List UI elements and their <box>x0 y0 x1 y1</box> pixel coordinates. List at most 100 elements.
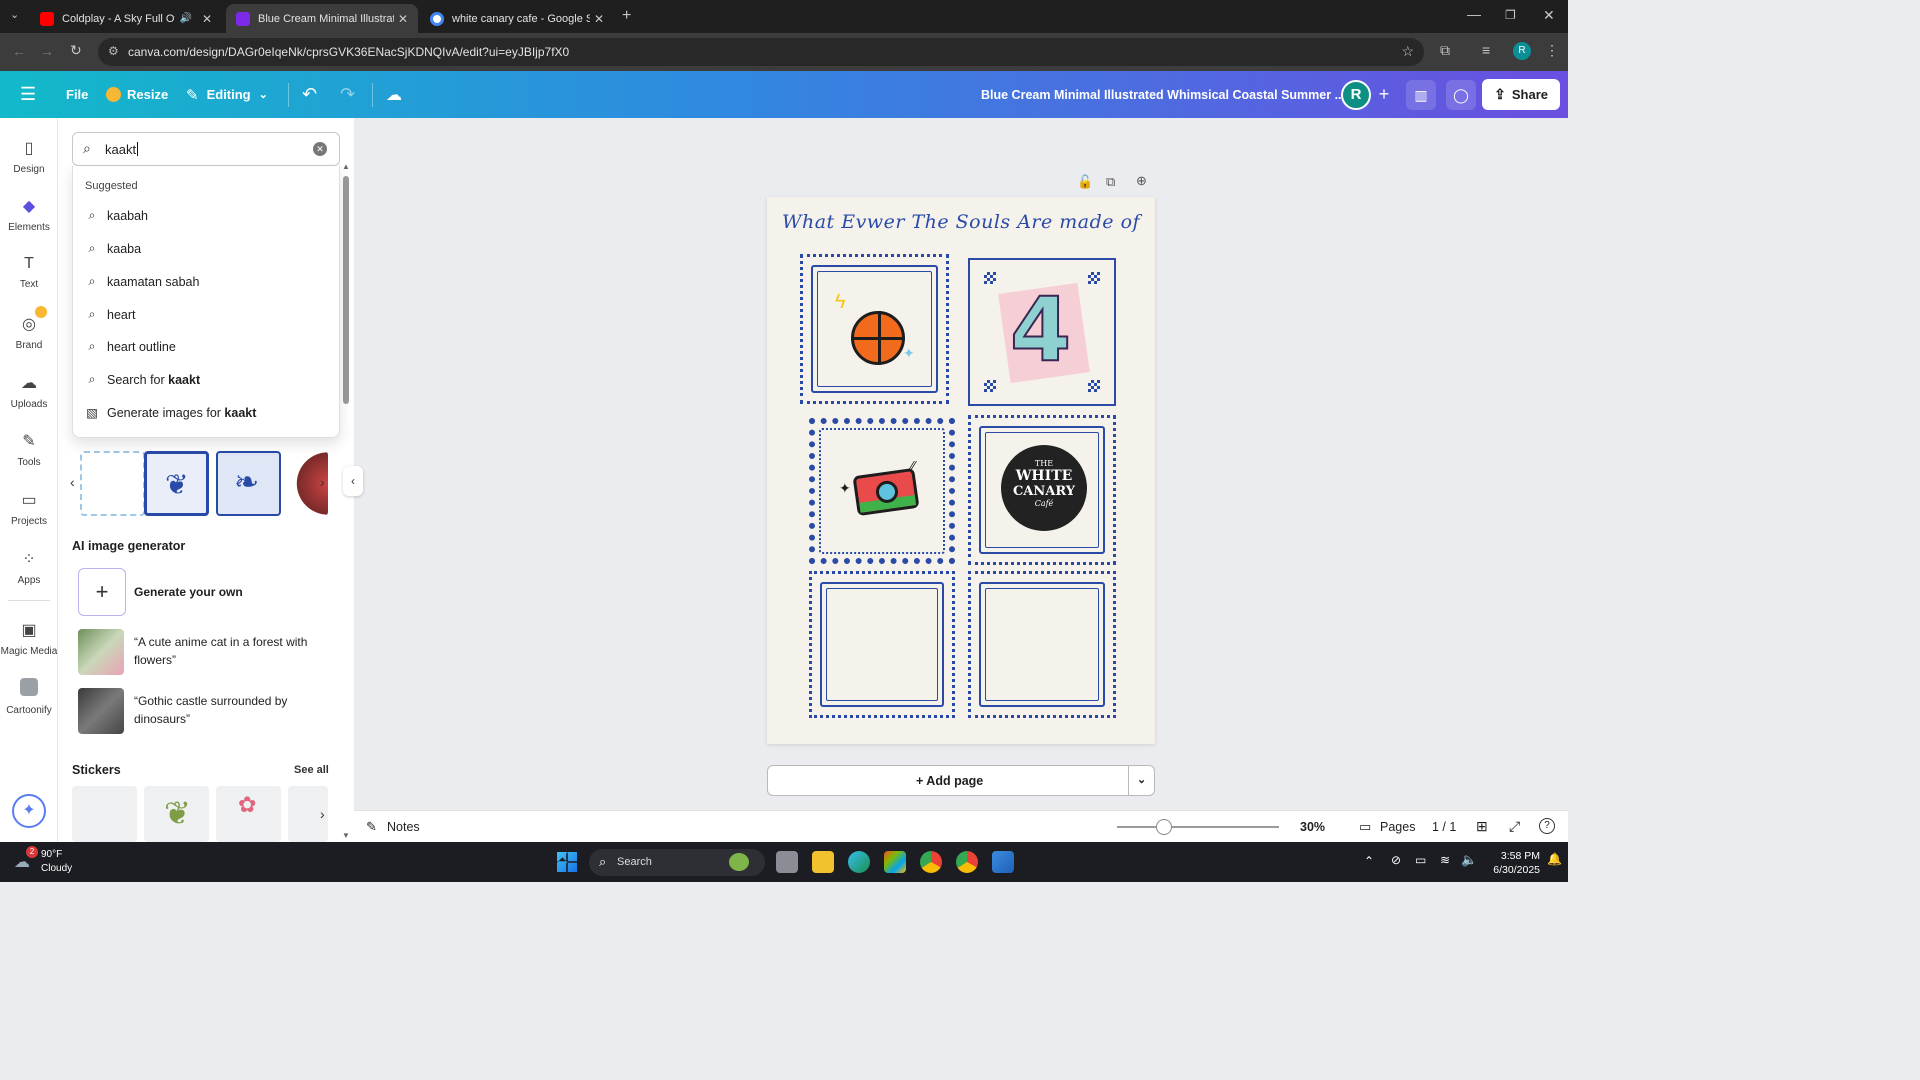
duplicate-page-icon[interactable]: ⧉ <box>1106 174 1115 190</box>
new-tab-icon[interactable]: + <box>622 7 631 25</box>
undo-button[interactable]: ↶ <box>302 71 317 118</box>
clock-date[interactable]: 6/30/2025 <box>1484 864 1540 876</box>
sticker-thumbnail[interactable]: ❦ <box>144 786 209 842</box>
taskbar-search[interactable]: ⌕ Search <box>589 849 765 876</box>
rail-item-cartoonify[interactable]: Cartoonify <box>0 678 58 716</box>
clock-time[interactable]: 3:58 PM <box>1490 850 1540 862</box>
suggestion-item[interactable]: ⌕ kaamatan sabah <box>85 274 199 289</box>
rail-item-tools[interactable]: ✎ Tools <box>0 431 58 468</box>
url-field[interactable]: ⚙ canva.com/design/DAGr0eIqeNk/cprsGVK36… <box>98 38 1424 66</box>
zoom-slider[interactable] <box>1117 826 1279 828</box>
rail-item-brand[interactable]: ◎ Brand <box>0 306 58 351</box>
menu-kebab-icon[interactable]: ⋮ <box>1545 42 1559 59</box>
tab-canva[interactable]: Blue Cream Minimal Illustrated ✕ <box>226 4 418 33</box>
restore-icon[interactable]: ❐ <box>1505 8 1516 22</box>
scroll-down-arrow-icon[interactable]: ▼ <box>342 831 350 840</box>
see-all-link[interactable]: See all <box>294 764 329 776</box>
file-menu-button[interactable]: File <box>66 71 88 118</box>
profile-avatar[interactable]: R <box>1513 42 1531 60</box>
forward-icon[interactable]: → <box>40 43 54 59</box>
tab-google[interactable]: white canary cafe - Google Sea ✕ <box>420 4 614 33</box>
close-icon[interactable]: ✕ <box>594 12 604 26</box>
rail-item-text[interactable]: T Text <box>0 255 58 290</box>
lock-icon[interactable]: 🔓 <box>1077 174 1093 190</box>
network-off-icon[interactable]: ⊘ <box>1391 853 1401 867</box>
generate-your-own-button[interactable]: + <box>78 568 126 616</box>
edge-icon[interactable] <box>848 851 870 873</box>
add-page-icon[interactable]: ⊕ <box>1136 173 1147 189</box>
file-explorer-icon[interactable] <box>812 851 834 873</box>
editing-mode-button[interactable]: ✎ Editing ⌄ <box>186 71 268 118</box>
suggestion-item[interactable]: ⌕ kaabah <box>85 208 148 223</box>
media-control-icon[interactable]: ≡ <box>1482 42 1490 58</box>
rail-item-projects[interactable]: ▭ Projects <box>0 490 58 527</box>
weather-widget[interactable]: ☁ 2 90°F Cloudy <box>14 846 84 876</box>
fullscreen-icon[interactable]: ⤢ <box>1509 818 1520 835</box>
grid-view-icon[interactable]: ⊞ <box>1476 818 1488 835</box>
main-menu-button[interactable]: ☰ <box>20 71 36 118</box>
tab-youtube[interactable]: Coldplay - A Sky Full Of Sta 🔊 ✕ <box>30 4 222 33</box>
suggestion-item[interactable]: ⌕ heart <box>85 307 135 322</box>
rail-item-design[interactable]: ▯ Design <box>0 138 58 175</box>
carousel-prev-icon[interactable]: ‹ <box>70 474 75 490</box>
redo-button[interactable]: ↷ <box>340 71 355 118</box>
volume-icon[interactable]: 🔈 <box>1461 852 1477 868</box>
notes-button[interactable]: Notes <box>387 820 420 834</box>
tab-list-chevron-icon[interactable]: ⌄ <box>10 8 19 21</box>
back-icon[interactable]: ← <box>12 43 26 59</box>
store-icon[interactable] <box>884 851 906 873</box>
share-button[interactable]: ⇪ Share <box>1482 79 1560 110</box>
rail-item-apps[interactable]: ⁘ Apps <box>0 549 58 586</box>
snipping-tool-icon[interactable] <box>992 851 1014 873</box>
close-icon[interactable]: ✕ <box>398 12 408 26</box>
tile-frame[interactable]: ϟ ✦ <box>800 254 949 404</box>
reload-icon[interactable]: ↻ <box>70 42 82 59</box>
rail-item-uploads[interactable]: ☁ Uploads <box>0 373 58 410</box>
frame-thumbnail[interactable]: ❦ <box>144 451 209 516</box>
zoom-slider-handle[interactable] <box>1156 819 1172 835</box>
suggestion-item[interactable]: ⌕ kaaba <box>85 241 141 256</box>
rail-item-elements[interactable]: ◆ Elements <box>0 196 58 233</box>
scroll-up-arrow-icon[interactable]: ▲ <box>342 162 350 171</box>
wifi-icon[interactable]: ≋ <box>1440 853 1450 867</box>
suggestion-item[interactable]: ⌕ heart outline <box>85 339 175 354</box>
chrome-icon[interactable] <box>920 851 942 873</box>
frame-thumbnail[interactable] <box>80 451 145 516</box>
chevron-down-icon[interactable]: ⌄ <box>1137 773 1146 786</box>
design-title[interactable]: Blue Cream Minimal Illustrated Whimsical… <box>981 71 1345 118</box>
pages-button[interactable]: Pages <box>1380 820 1415 834</box>
bookmark-star-icon[interactable]: ☆ <box>1401 43 1414 60</box>
tile-frame[interactable] <box>968 571 1116 718</box>
user-avatar[interactable]: R <box>1341 80 1371 110</box>
sticker-thumbnail[interactable] <box>72 786 137 842</box>
elements-search-input[interactable]: ⌕ kaakt ✕ <box>72 132 340 166</box>
zoom-level[interactable]: 30% <box>1300 820 1325 834</box>
collapse-panel-button[interactable]: ‹ <box>343 466 363 496</box>
close-window-icon[interactable]: ✕ <box>1543 7 1555 24</box>
tile-frame[interactable]: ✦ ⁄⁄ <box>809 418 955 564</box>
add-collaborator-icon[interactable]: + <box>1373 83 1395 105</box>
generate-images-item[interactable]: ▧ Generate images for kaakt <box>85 405 256 421</box>
page-title[interactable]: What Evwer The Souls Are made of <box>767 211 1155 233</box>
anime-cat-thumbnail[interactable] <box>78 629 124 675</box>
sticker-thumbnail[interactable]: ✿ <box>216 786 281 842</box>
tile-frame[interactable]: THE WHITE CANARY Café <box>968 415 1116 565</box>
ai-prompt[interactable]: “Gothic castle surrounded by dinosaurs” <box>134 692 334 728</box>
frame-thumbnail[interactable]: ❧ <box>216 451 281 516</box>
insights-icon[interactable]: ▥ <box>1406 80 1436 110</box>
tray-chevron-icon[interactable]: ⌃ <box>1364 854 1374 868</box>
resize-button[interactable]: Resize <box>106 71 168 118</box>
design-page[interactable]: What Evwer The Souls Are made of ϟ ✦ 4 ✦… <box>767 197 1155 744</box>
clear-search-icon[interactable]: ✕ <box>313 142 327 156</box>
carousel-next-icon[interactable]: › <box>320 806 325 822</box>
search-for-item[interactable]: ⌕ Search for kaakt <box>85 372 200 387</box>
castle-thumbnail[interactable] <box>78 688 124 734</box>
notification-bell-icon[interactable]: 🔔 <box>1547 852 1562 866</box>
task-view-icon[interactable] <box>776 851 798 873</box>
rail-item-magic-media[interactable]: ▣ Magic Media <box>0 620 58 657</box>
add-page-button[interactable]: + Add page ⌄ <box>767 765 1155 796</box>
chrome-profile-icon[interactable] <box>956 851 978 873</box>
tile-frame[interactable] <box>809 571 955 718</box>
tile-frame[interactable]: 4 <box>968 258 1116 406</box>
comment-icon[interactable]: ◯ <box>1446 80 1476 110</box>
